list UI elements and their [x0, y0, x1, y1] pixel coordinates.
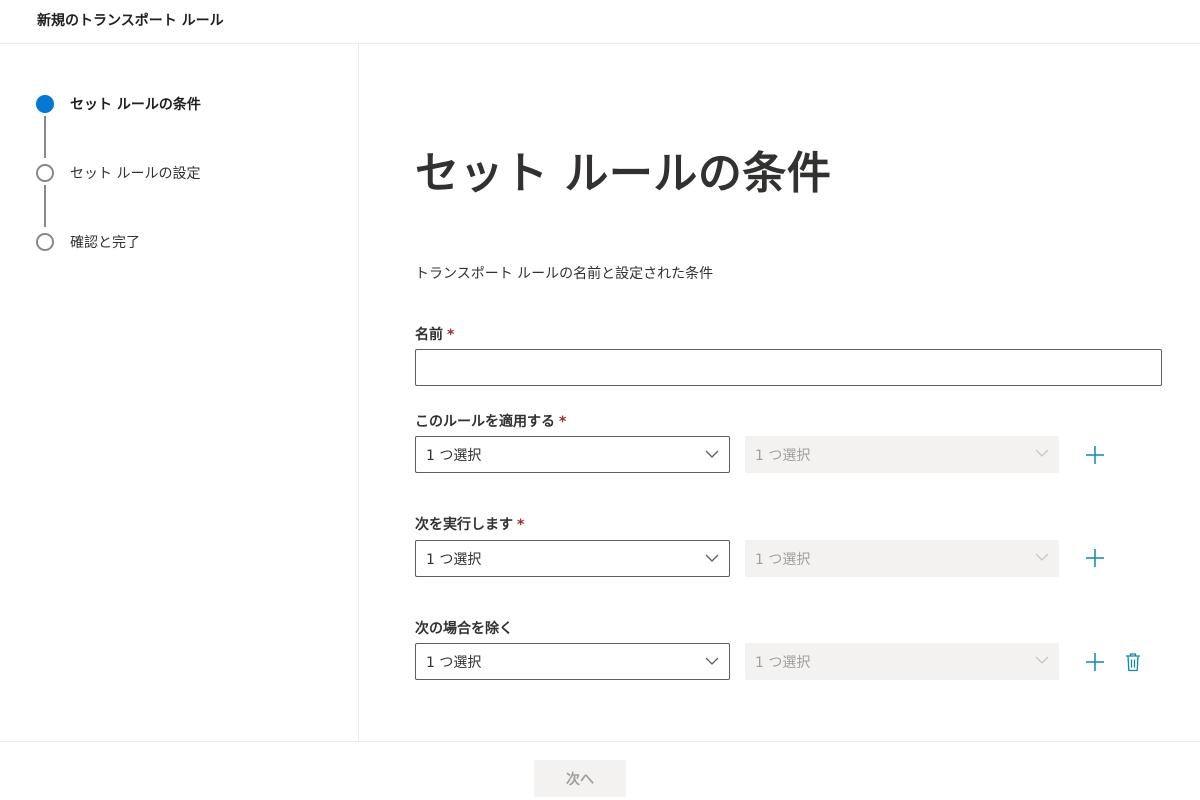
chevron-down-icon — [1035, 656, 1049, 664]
add-condition-plus-icon[interactable] — [1085, 445, 1105, 465]
apply-rule-label: このルールを適用する * — [415, 411, 566, 431]
name-input[interactable] — [415, 349, 1162, 386]
delete-exception-trash-icon[interactable] — [1125, 652, 1141, 672]
step-set-rule-settings[interactable]: セット ルールの設定 — [36, 163, 200, 183]
step-set-rule-conditions[interactable]: セット ルールの条件 — [36, 94, 201, 114]
dropdown-value: 1 つ選択 — [755, 654, 811, 671]
do-following-value-dropdown: 1 つ選択 — [745, 540, 1059, 577]
dropdown-value: 1 つ選択 — [755, 447, 811, 464]
step-review-and-finish[interactable]: 確認と完了 — [36, 232, 140, 252]
header-bar: 新規のトランスポート ルール — [0, 0, 1200, 44]
apply-rule-label-text: このルールを適用する — [415, 414, 555, 430]
step-connector — [44, 116, 46, 158]
required-asterisk: * — [559, 414, 567, 430]
do-following-label: 次を実行します * — [415, 514, 524, 534]
required-asterisk: * — [447, 327, 455, 343]
name-field-label: 名前 * — [415, 324, 454, 344]
add-action-plus-icon[interactable] — [1085, 548, 1105, 568]
page-header-title: 新規のトランスポート ルール — [37, 13, 224, 29]
chevron-down-icon — [1035, 449, 1049, 457]
dropdown-value: 1 つ選択 — [426, 654, 482, 671]
dropdown-value: 1 つ選択 — [426, 551, 482, 568]
except-if-condition-dropdown[interactable]: 1 つ選択 — [415, 643, 730, 680]
footer-bar: 次へ — [0, 741, 1200, 800]
step-label: セット ルールの条件 — [70, 97, 201, 113]
step-pending-indicator-icon — [36, 164, 54, 182]
except-if-label: 次の場合を除く — [415, 618, 513, 638]
next-button[interactable]: 次へ — [534, 760, 626, 797]
chevron-down-icon — [705, 450, 719, 458]
step-pending-indicator-icon — [36, 233, 54, 251]
step-label: セット ルールの設定 — [70, 166, 201, 182]
step-connector — [44, 185, 46, 227]
apply-rule-condition-dropdown[interactable]: 1 つ選択 — [415, 436, 730, 473]
do-following-action-dropdown[interactable]: 1 つ選択 — [415, 540, 730, 577]
chevron-down-icon — [1035, 553, 1049, 561]
required-asterisk: * — [517, 517, 525, 533]
add-exception-plus-icon[interactable] — [1085, 652, 1105, 672]
dropdown-value: 1 つ選択 — [426, 447, 482, 464]
do-following-label-text: 次を実行します — [415, 517, 513, 533]
page-title: セット ルールの条件 — [415, 148, 832, 199]
except-if-label-text: 次の場合を除く — [415, 621, 513, 637]
chevron-down-icon — [705, 657, 719, 665]
except-if-value-dropdown: 1 つ選択 — [745, 643, 1059, 680]
page-description: トランスポート ルールの名前と設定された条件 — [415, 266, 714, 282]
main-panel: セット ルールの条件 トランスポート ルールの名前と設定された条件 名前 * この… — [360, 44, 1200, 741]
step-label: 確認と完了 — [70, 235, 140, 251]
wizard-steps-sidebar: セット ルールの条件 セット ルールの設定 確認と完了 — [0, 44, 359, 741]
dropdown-value: 1 つ選択 — [755, 551, 811, 568]
apply-rule-value-dropdown: 1 つ選択 — [745, 436, 1059, 473]
chevron-down-icon — [705, 554, 719, 562]
step-active-indicator-icon — [36, 95, 54, 113]
name-label-text: 名前 — [415, 327, 443, 343]
